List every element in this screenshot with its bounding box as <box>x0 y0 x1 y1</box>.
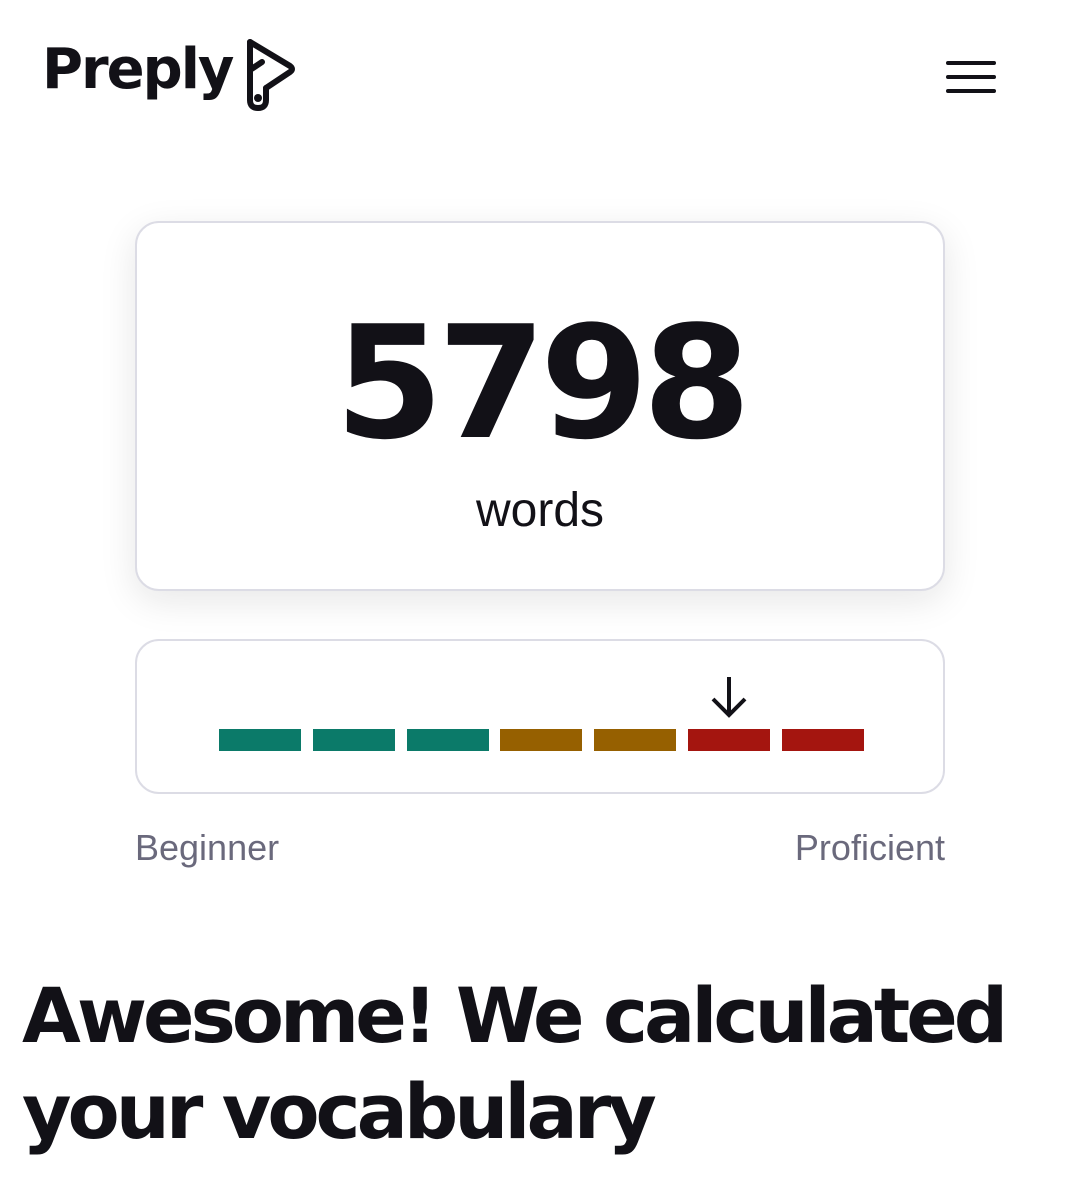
result-headline: Awesome! We calculated your vocabulary <box>22 971 1008 1156</box>
menu-line <box>946 89 996 93</box>
level-segment <box>312 729 395 751</box>
level-scale-card <box>135 639 945 794</box>
app-header: Preply <box>0 0 1080 150</box>
logo-wordmark: Preply <box>42 37 234 102</box>
menu-line <box>946 61 996 65</box>
menu-line <box>946 75 996 79</box>
level-segment <box>688 729 771 751</box>
word-count-card: 5798 words <box>135 221 945 591</box>
level-scale-bar <box>219 729 864 751</box>
hamburger-menu-icon[interactable] <box>938 54 1004 102</box>
level-segment <box>219 729 301 751</box>
scale-start-label: Beginner <box>135 827 280 868</box>
scale-end-label: Proficient <box>794 827 945 868</box>
preply-logo[interactable]: Preply <box>42 36 296 112</box>
level-segment <box>781 729 864 751</box>
preply-mark-icon <box>247 39 296 111</box>
level-segment <box>500 729 583 751</box>
word-count-unit: words <box>475 484 605 537</box>
arrow-down-icon <box>711 677 747 718</box>
level-segment <box>406 729 489 751</box>
word-count-value: 5798 <box>334 292 751 474</box>
level-segment <box>594 729 677 751</box>
